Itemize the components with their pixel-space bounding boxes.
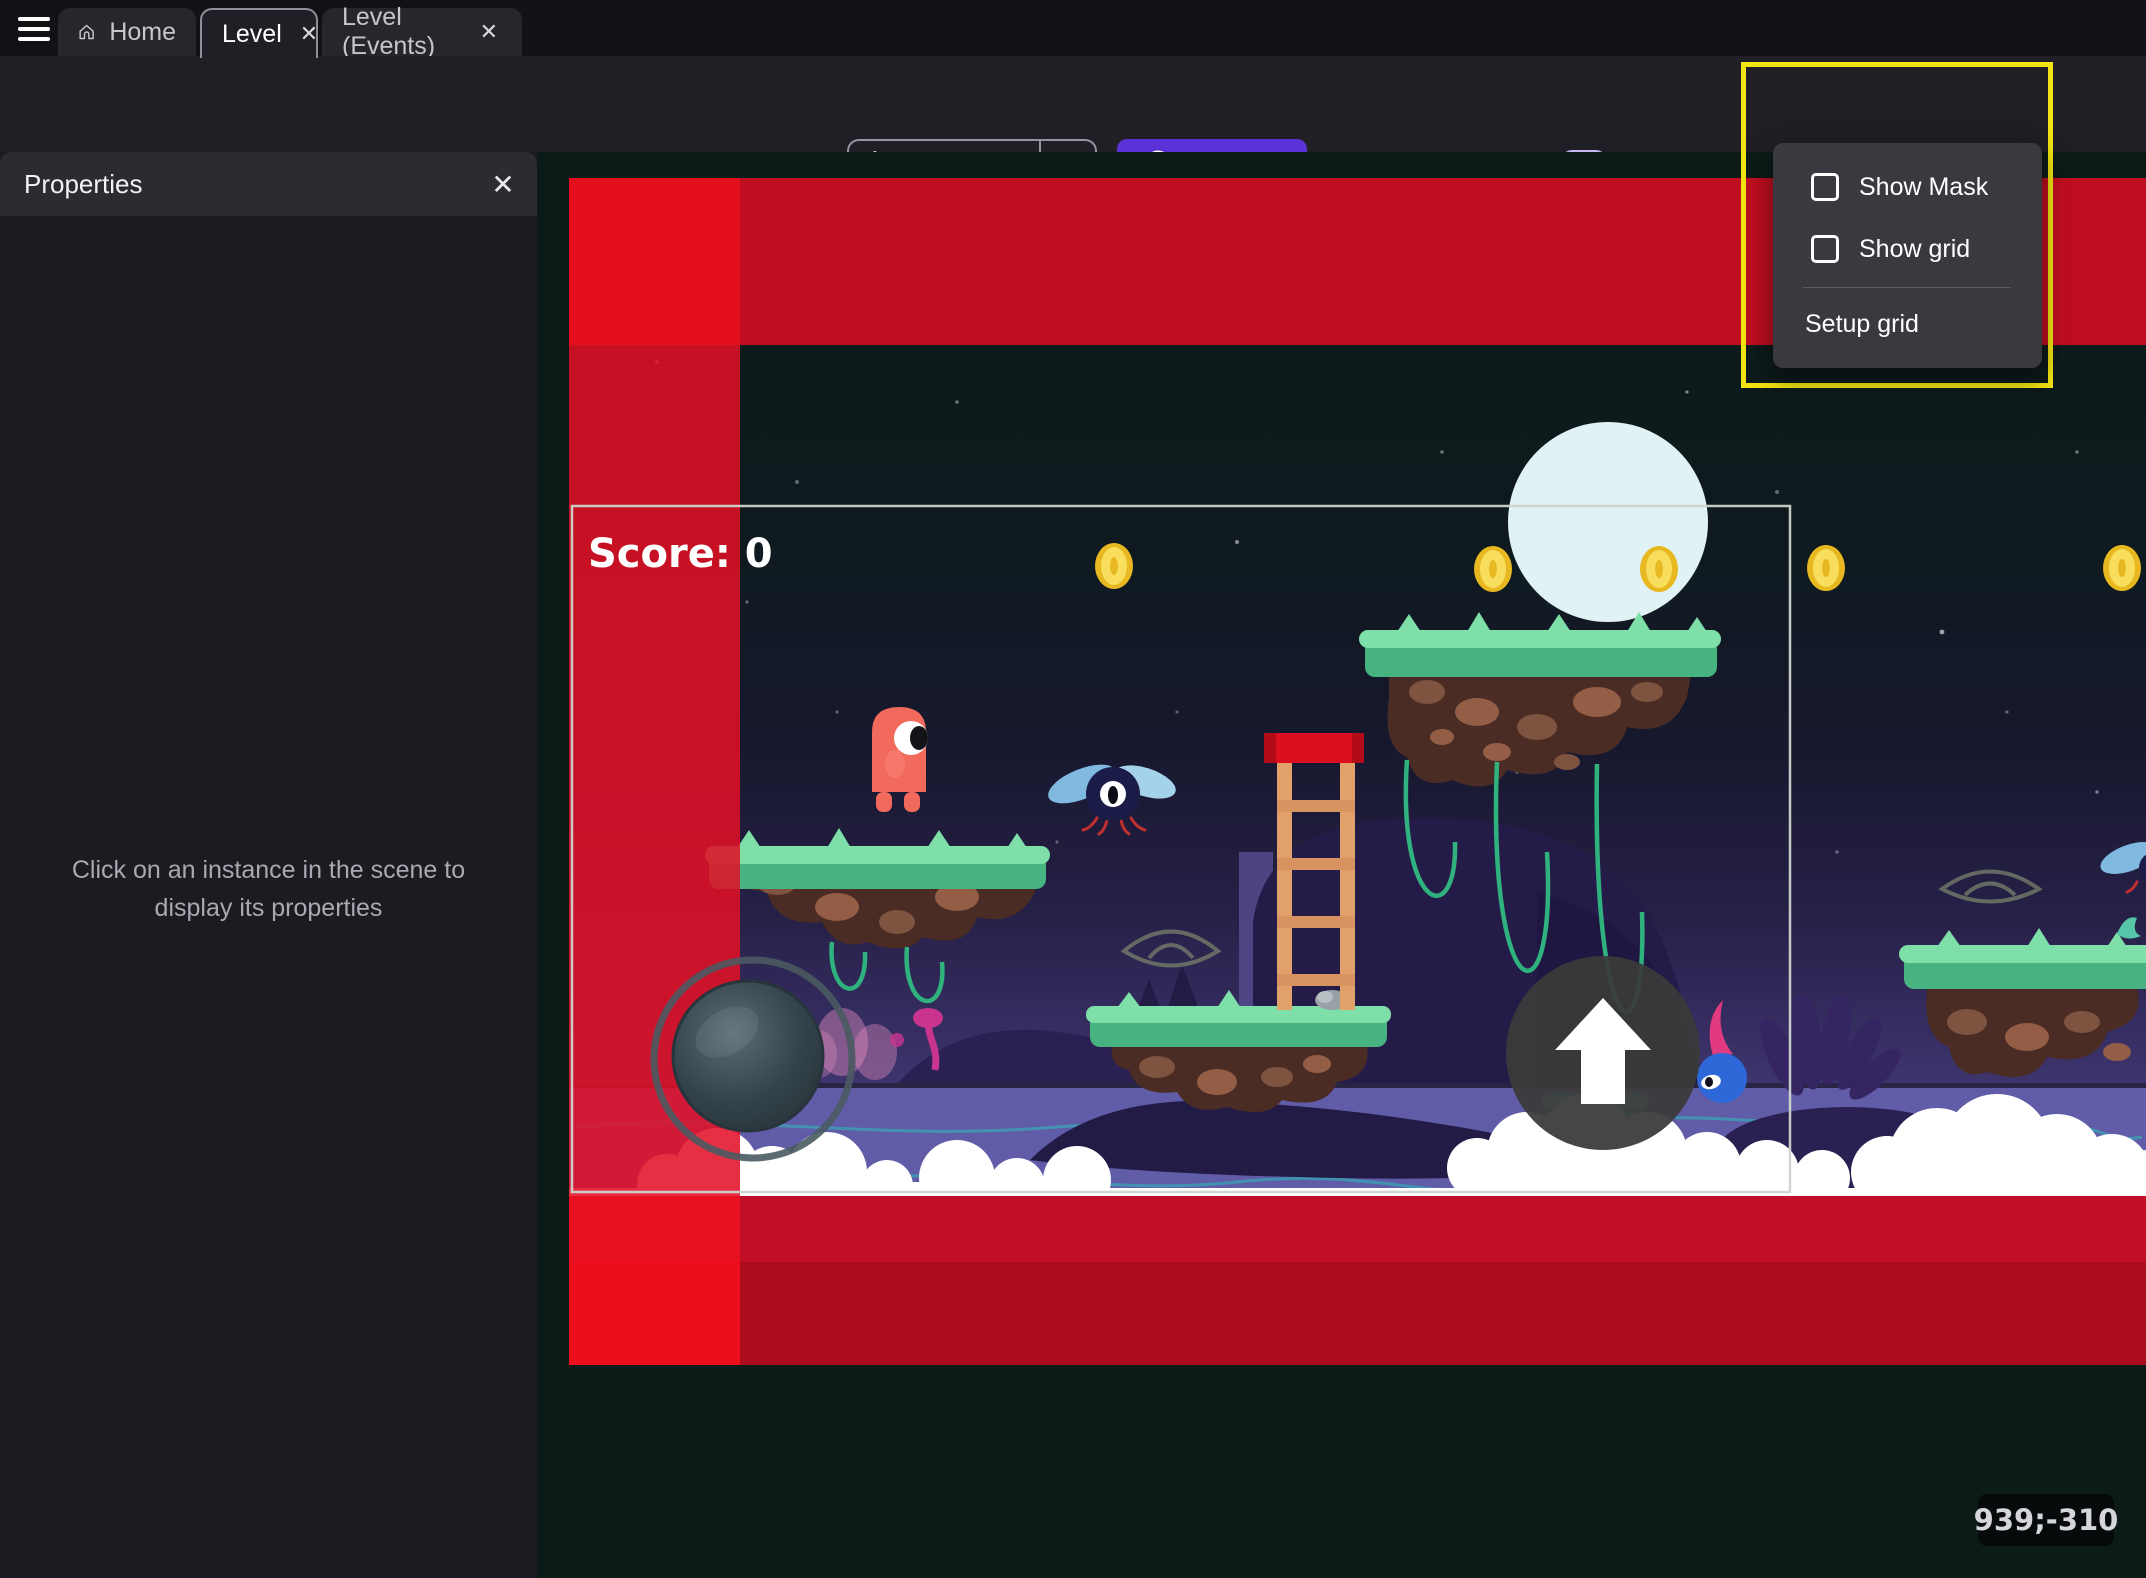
show-mask-checkbox[interactable] — [1811, 173, 1839, 201]
setup-grid-option[interactable]: Setup grid — [1773, 299, 2042, 349]
toolbar: Preview Publish — [0, 56, 2146, 152]
main-menu-button[interactable] — [12, 11, 56, 47]
properties-panel-title: Properties — [0, 169, 143, 200]
show-grid-option[interactable]: Show grid — [1773, 227, 2042, 271]
cursor-coordinates-badge: 939;-310 — [1978, 1494, 2114, 1546]
show-mask-option[interactable]: Show Mask — [1773, 165, 2042, 209]
ladder-red-cap — [1264, 733, 1364, 763]
grid-options-menu: Show Mask Show grid Setup grid — [1773, 143, 2042, 368]
properties-panel-close-button[interactable]: ✕ — [485, 166, 521, 202]
home-icon — [78, 19, 95, 45]
properties-panel-header: Properties ✕ — [0, 152, 537, 216]
tab-level-events[interactable]: Level (Events) ✕ — [322, 8, 522, 56]
tab-home-label: Home — [109, 18, 176, 47]
menu-divider — [1803, 287, 2011, 288]
tab-home[interactable]: Home — [58, 8, 196, 56]
properties-empty-message: Click on an instance in the scene to dis… — [0, 852, 537, 927]
tab-level-active[interactable]: Level ✕ — [200, 8, 318, 58]
gdevelop-editor: Home Level ✕ Level (Events) ✕ Preview — [0, 0, 2146, 1578]
tab-level-events-close-icon[interactable]: ✕ — [476, 19, 502, 45]
show-grid-checkbox[interactable] — [1811, 235, 1839, 263]
properties-panel: Properties ✕ Click on an instance in the… — [0, 152, 537, 1578]
score-label: Score: 0 — [588, 531, 773, 577]
virtual-joystick[interactable] — [654, 960, 852, 1158]
tab-bar: Home Level ✕ Level (Events) ✕ — [0, 0, 2146, 56]
tab-level-close-icon[interactable]: ✕ — [296, 21, 322, 47]
hamburger-icon — [18, 17, 50, 21]
tab-level-events-label: Level (Events) — [342, 3, 462, 61]
show-grid-label: Show grid — [1859, 235, 1970, 264]
jump-button[interactable] — [1506, 956, 1700, 1150]
moon — [1508, 422, 1708, 622]
tab-level-label: Level — [222, 20, 282, 49]
show-mask-label: Show Mask — [1859, 173, 1988, 202]
